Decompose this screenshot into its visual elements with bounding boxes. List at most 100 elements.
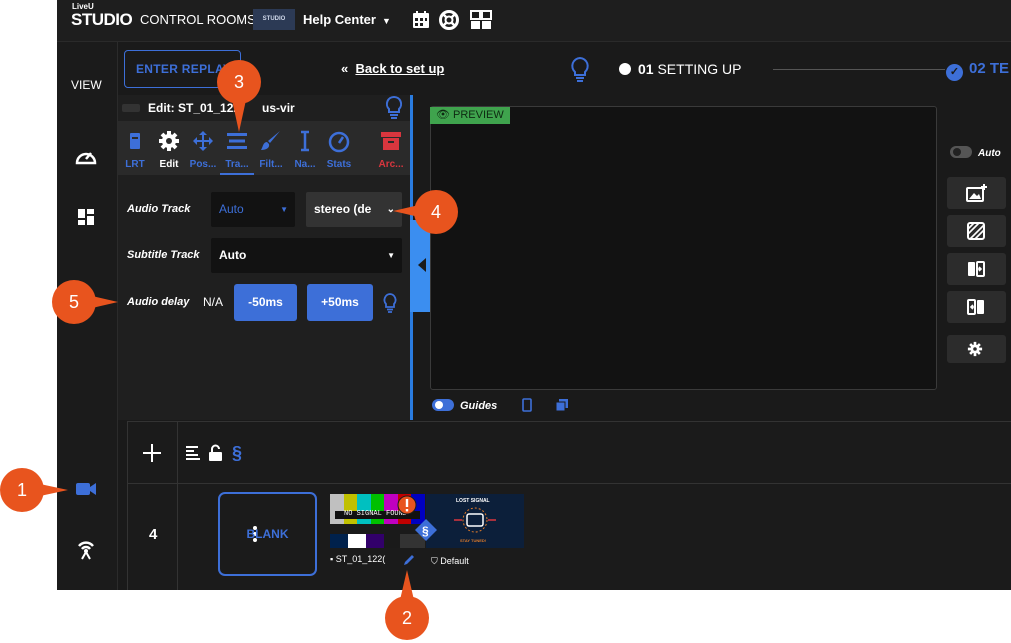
camera-icon[interactable]	[73, 476, 99, 502]
copy-icon[interactable]	[555, 398, 569, 412]
svg-text:§: §	[422, 524, 429, 538]
audio-track-select[interactable]: Auto ▼	[211, 192, 295, 227]
link-diamond-icon[interactable]: §	[414, 518, 438, 542]
logo-top-text: LiveU	[72, 2, 94, 11]
unlock-icon[interactable]	[208, 444, 223, 461]
step-2[interactable]: ✓ 02 TE	[946, 60, 1009, 81]
antenna-icon[interactable]	[73, 536, 99, 562]
default-label: ⛉ Default	[431, 556, 469, 567]
auto-toggle[interactable]: Auto	[950, 146, 1001, 159]
minus-50ms-button[interactable]: -50ms	[234, 284, 297, 321]
tv-icon	[454, 507, 496, 533]
callout-pointer-icon	[40, 484, 68, 496]
swap-out-button[interactable]	[947, 291, 1006, 323]
guides-toggle[interactable]: Guides	[432, 398, 569, 412]
timeline-panel: § 4 BLANK NO SIGNAL FOUND LOST SIGNAL ST…	[127, 421, 1011, 590]
lightbulb-icon[interactable]	[384, 95, 404, 119]
help-center-label: Help Center	[303, 12, 376, 27]
plus-50ms-button[interactable]: +50ms	[307, 284, 373, 321]
tab-label: LRT	[125, 159, 145, 170]
mobile-icon[interactable]	[522, 398, 533, 412]
layout-icon[interactable]	[470, 9, 492, 31]
tab-label: Na...	[294, 159, 316, 170]
step-setting-up[interactable]: 01 SETTING UP	[619, 61, 741, 77]
speedometer-icon[interactable]	[73, 144, 99, 170]
guides-label: Guides	[460, 400, 498, 412]
tab-stats[interactable]: Stats	[322, 121, 356, 175]
add-image-button[interactable]	[947, 177, 1006, 209]
auto-switch[interactable]	[950, 146, 972, 158]
gauge-icon	[328, 131, 350, 153]
chevron-left-icon	[418, 258, 426, 272]
tab-lrt[interactable]: LRT	[118, 121, 152, 175]
calendar-icon[interactable]	[410, 9, 432, 31]
lightbulb-icon[interactable]	[569, 56, 591, 82]
link-s-icon[interactable]: §	[231, 443, 245, 463]
check-icon: ✓	[946, 64, 963, 81]
edit-title-suffix: us-vir	[262, 101, 295, 115]
subtitle-track-select[interactable]: Auto ▼	[211, 238, 402, 273]
callout-pointer-icon	[92, 296, 118, 308]
tab-edit[interactable]: Edit	[152, 121, 186, 175]
liveu-studio-logo[interactable]: LiveU STUDIO	[71, 2, 133, 34]
swap-out-icon	[967, 299, 984, 315]
stay-tuned-text: STAY TUNED!	[460, 538, 487, 543]
double-chevron-left-icon: «	[341, 61, 349, 76]
tab-name[interactable]: Na...	[288, 121, 322, 175]
step1-label: SETTING UP	[657, 61, 742, 77]
tab-label: Tra...	[225, 159, 249, 170]
subtitle-track-value: Auto	[219, 248, 247, 262]
pencil-icon[interactable]	[402, 553, 416, 567]
help-center-dropdown[interactable]: Help Center ▼	[303, 12, 391, 27]
app-window: LiveU STUDIO CONTROL ROOMS STUDIO Help C…	[57, 0, 1011, 590]
view-label: VIEW	[71, 78, 102, 92]
text-cursor-icon	[301, 130, 309, 152]
timeline-header: §	[127, 422, 1011, 484]
source-logo-icon	[122, 104, 140, 112]
add-image-icon	[966, 184, 987, 202]
align-left-icon[interactable]	[185, 445, 201, 461]
audio-track-label: Audio Track	[127, 203, 191, 215]
lightbulb-icon[interactable]	[382, 293, 398, 313]
plus-icon[interactable]	[142, 443, 162, 463]
auto-label: Auto	[978, 148, 1001, 159]
callout-pointer-icon	[400, 570, 414, 600]
tab-filters[interactable]: Filt...	[254, 121, 288, 175]
callout-2: 2	[385, 596, 429, 640]
audio-channel-value: stereo (de	[314, 202, 372, 216]
gear-icon	[967, 341, 983, 357]
audio-channel-select[interactable]: stereo (de ⌄	[306, 192, 402, 227]
lost-signal-thumbnail[interactable]: LOST SIGNAL STAY TUNED!	[426, 494, 524, 548]
settings-button[interactable]	[947, 335, 1006, 363]
tab-label: Stats	[326, 159, 352, 170]
camera-icon: ▪	[330, 554, 334, 564]
edit-toolbar: LRT Edit Pos... Tra... Filt... Na... Sta…	[118, 121, 410, 175]
stripes-button[interactable]	[947, 215, 1006, 247]
back-to-setup-link[interactable]: « Back to set up	[341, 61, 444, 76]
lrt-icon	[130, 133, 140, 149]
callout-pointer-icon	[232, 100, 246, 132]
eye-icon: 👁	[436, 109, 450, 121]
shield-icon: ⛉	[431, 556, 438, 566]
source-label-text: ST_01_122(	[335, 554, 386, 564]
tab-label: Edit	[159, 159, 179, 170]
move-icon	[193, 131, 213, 151]
step1-number: 01	[638, 61, 654, 77]
warning-badge-icon[interactable]	[397, 493, 417, 517]
top-bar: LiveU STUDIO CONTROL ROOMS STUDIO Help C…	[57, 0, 1011, 42]
guides-switch[interactable]	[432, 399, 454, 411]
control-rooms-link[interactable]: CONTROL ROOMS	[140, 12, 256, 27]
studio-thumbnail: STUDIO	[253, 9, 295, 30]
lifebuoy-icon[interactable]	[438, 9, 460, 31]
dashboard-grid-icon[interactable]	[73, 204, 99, 230]
edit-panel-title: Edit: ST_01_122 us-vir	[118, 95, 410, 121]
tab-archive[interactable]: Arc...	[374, 121, 408, 175]
callout-1: 1	[0, 468, 44, 512]
tab-label: Arc...	[378, 159, 404, 170]
tab-position[interactable]: Pos...	[186, 121, 220, 175]
swap-in-button[interactable]	[947, 253, 1006, 285]
subtitle-track-label: Subtitle Track	[127, 249, 200, 261]
blank-slot[interactable]: BLANK	[218, 492, 317, 576]
preview-area[interactable]	[430, 106, 937, 390]
stripes-icon	[967, 222, 985, 240]
